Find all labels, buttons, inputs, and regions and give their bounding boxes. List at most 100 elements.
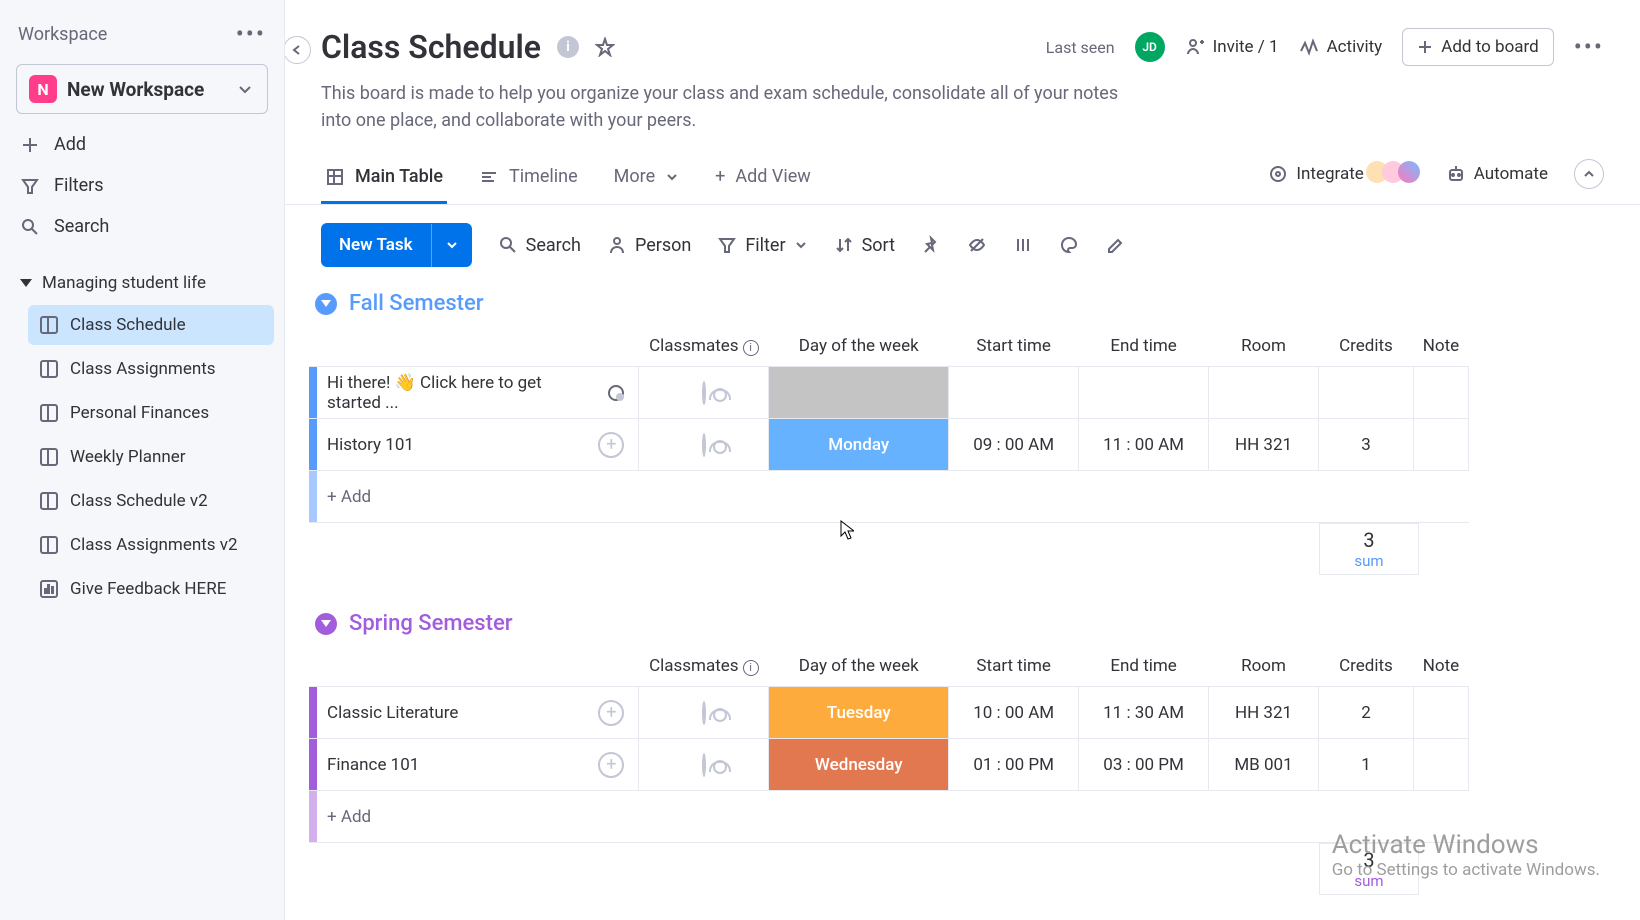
new-task-dropdown[interactable] bbox=[431, 224, 472, 267]
sidebar-search-label: Search bbox=[54, 216, 109, 237]
cell-room[interactable] bbox=[1209, 367, 1319, 419]
table-row[interactable]: History 101+Monday09 : 00 AM11 : 00 AMHH… bbox=[309, 419, 1469, 471]
collapse-header-button[interactable] bbox=[1574, 159, 1604, 189]
workspace-selector[interactable]: N New Workspace bbox=[16, 64, 268, 114]
automate-button[interactable]: Automate bbox=[1446, 164, 1548, 184]
toolbar-sort[interactable]: Sort bbox=[834, 235, 895, 256]
sidebar-item-4[interactable]: Class Schedule v2 bbox=[28, 481, 274, 521]
add-row[interactable]: + Add bbox=[309, 471, 1469, 523]
pin-icon[interactable] bbox=[921, 235, 941, 255]
sidebar-item-0[interactable]: Class Schedule bbox=[28, 305, 274, 345]
col-credits[interactable]: Credits bbox=[1318, 326, 1413, 367]
col-end[interactable]: End time bbox=[1079, 646, 1209, 687]
col-day[interactable]: Day of the week bbox=[769, 326, 949, 367]
group-title[interactable]: Spring Semester bbox=[349, 611, 513, 636]
sidebar-item-5[interactable]: Class Assignments v2 bbox=[28, 525, 274, 565]
add-to-board-button[interactable]: Add to board bbox=[1402, 28, 1553, 66]
sidebar-item-6[interactable]: Give Feedback HERE bbox=[28, 569, 274, 609]
cell-notes[interactable] bbox=[1413, 687, 1468, 739]
chevron-down-icon bbox=[446, 239, 458, 251]
board-menu-icon[interactable]: ••• bbox=[1574, 33, 1604, 61]
col-notes[interactable]: Note bbox=[1413, 326, 1468, 367]
tab-timeline[interactable]: Timeline bbox=[475, 154, 582, 204]
sidebar-item-3[interactable]: Weekly Planner bbox=[28, 437, 274, 477]
cell-end[interactable] bbox=[1079, 367, 1209, 419]
tab-main-table[interactable]: Main Table bbox=[321, 154, 447, 204]
person-plus-icon bbox=[1185, 37, 1205, 57]
col-day[interactable]: Day of the week bbox=[769, 646, 949, 687]
day-cell[interactable]: Wednesday bbox=[769, 739, 948, 790]
cell-start[interactable]: 09 : 00 AM bbox=[949, 419, 1079, 471]
chat-icon[interactable] bbox=[606, 383, 625, 403]
edit-icon[interactable] bbox=[1105, 235, 1125, 255]
sidebar-search[interactable]: Search bbox=[0, 206, 284, 247]
tab-add-view[interactable]: + Add View bbox=[711, 154, 815, 204]
sidebar-filters[interactable]: Filters bbox=[0, 165, 284, 206]
cell-room[interactable]: HH 321 bbox=[1209, 419, 1319, 471]
new-task-button[interactable]: New Task bbox=[321, 223, 472, 267]
workspace-menu-icon[interactable]: ••• bbox=[236, 20, 266, 48]
group-collapse-toggle[interactable] bbox=[315, 293, 337, 315]
cell-end[interactable]: 03 : 00 PM bbox=[1079, 739, 1209, 791]
day-cell[interactable]: Tuesday bbox=[769, 687, 948, 738]
add-update-icon[interactable]: + bbox=[598, 700, 624, 726]
color-icon[interactable] bbox=[1059, 235, 1079, 255]
chevron-up-icon bbox=[1582, 167, 1596, 181]
invite-button[interactable]: Invite / 1 bbox=[1185, 37, 1279, 57]
table-row[interactable]: Classic Literature+Tuesday10 : 00 AM11 :… bbox=[309, 687, 1469, 739]
cell-credits[interactable]: 2 bbox=[1318, 687, 1413, 739]
cell-notes[interactable] bbox=[1413, 419, 1468, 471]
col-end[interactable]: End time bbox=[1079, 326, 1209, 367]
col-credits[interactable]: Credits bbox=[1318, 646, 1413, 687]
group-title[interactable]: Fall Semester bbox=[349, 291, 484, 316]
col-classmates[interactable]: Classmatesi bbox=[639, 326, 769, 367]
info-icon[interactable]: i bbox=[557, 36, 579, 58]
plus-icon bbox=[1417, 39, 1433, 55]
add-row[interactable]: + Add bbox=[309, 791, 1469, 843]
tree-root[interactable]: Managing student life bbox=[0, 265, 284, 301]
person-empty-icon[interactable] bbox=[702, 381, 706, 405]
person-empty-icon[interactable] bbox=[702, 753, 706, 777]
col-notes[interactable]: Note bbox=[1413, 646, 1468, 687]
star-icon[interactable] bbox=[595, 37, 615, 57]
cell-notes[interactable] bbox=[1413, 367, 1468, 419]
person-empty-icon[interactable] bbox=[702, 701, 706, 725]
day-cell[interactable]: Monday bbox=[769, 419, 948, 470]
avatar[interactable]: JD bbox=[1135, 32, 1165, 62]
add-update-icon[interactable]: + bbox=[598, 432, 624, 458]
sidebar-add[interactable]: Add bbox=[0, 124, 284, 165]
col-room[interactable]: Room bbox=[1209, 326, 1319, 367]
table-row[interactable]: Hi there! 👋 Click here to get started ..… bbox=[309, 367, 1469, 419]
height-icon[interactable] bbox=[1013, 235, 1033, 255]
col-classmates[interactable]: Classmatesi bbox=[639, 646, 769, 687]
cell-credits[interactable]: 1 bbox=[1318, 739, 1413, 791]
sidebar-item-2[interactable]: Personal Finances bbox=[28, 393, 274, 433]
col-start[interactable]: Start time bbox=[949, 326, 1079, 367]
cell-end[interactable]: 11 : 00 AM bbox=[1079, 419, 1209, 471]
add-update-icon[interactable]: + bbox=[598, 752, 624, 778]
cell-start[interactable]: 10 : 00 AM bbox=[949, 687, 1079, 739]
cell-credits[interactable]: 3 bbox=[1318, 419, 1413, 471]
col-start[interactable]: Start time bbox=[949, 646, 1079, 687]
person-empty-icon[interactable] bbox=[702, 433, 706, 457]
integrate-button[interactable]: Integrate bbox=[1268, 161, 1419, 188]
tab-more[interactable]: More bbox=[610, 154, 683, 204]
cell-end[interactable]: 11 : 30 AM bbox=[1079, 687, 1209, 739]
table-row[interactable]: Finance 101+Wednesday01 : 00 PM03 : 00 P… bbox=[309, 739, 1469, 791]
col-room[interactable]: Room bbox=[1209, 646, 1319, 687]
hide-icon[interactable] bbox=[967, 235, 987, 255]
toolbar-filter[interactable]: Filter bbox=[717, 235, 807, 256]
sidebar-item-label: Personal Finances bbox=[70, 403, 209, 423]
cell-credits[interactable] bbox=[1318, 367, 1413, 419]
cell-start[interactable]: 01 : 00 PM bbox=[949, 739, 1079, 791]
cell-room[interactable]: MB 001 bbox=[1209, 739, 1319, 791]
cell-notes[interactable] bbox=[1413, 739, 1468, 791]
cell-start[interactable] bbox=[949, 367, 1079, 419]
sidebar-item-1[interactable]: Class Assignments bbox=[28, 349, 274, 389]
toolbar-search[interactable]: Search bbox=[498, 235, 581, 256]
group-collapse-toggle[interactable] bbox=[315, 613, 337, 635]
cell-room[interactable]: HH 321 bbox=[1209, 687, 1319, 739]
activity-button[interactable]: Activity bbox=[1299, 37, 1383, 57]
toolbar-person[interactable]: Person bbox=[607, 235, 691, 256]
day-cell[interactable] bbox=[769, 367, 948, 418]
